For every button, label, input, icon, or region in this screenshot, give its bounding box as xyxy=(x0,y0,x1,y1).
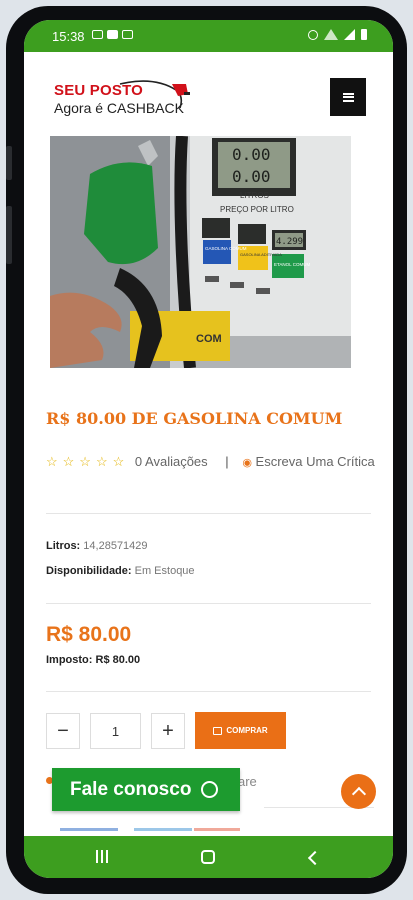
star-rating[interactable]: ☆☆☆☆☆ xyxy=(46,449,129,475)
image-icon xyxy=(92,30,103,39)
status-time: 15:38 xyxy=(52,29,85,44)
share-button-facebook[interactable] xyxy=(60,828,118,831)
home-button[interactable] xyxy=(201,850,215,864)
divider xyxy=(46,691,371,692)
rating-row: ☆☆☆☆☆ 0 Avaliações | ◉ Escreva Uma Críti… xyxy=(46,449,376,476)
shopping-bag-icon xyxy=(213,726,223,735)
pump-screen-top: 0.00 xyxy=(232,145,271,164)
share-text[interactable]: are xyxy=(238,774,257,789)
chevron-up-icon xyxy=(351,786,366,801)
quantity-input[interactable] xyxy=(90,713,141,749)
write-review-link[interactable]: Escreva Uma Crítica xyxy=(256,454,375,469)
screen-icon xyxy=(122,30,133,39)
product-price: R$ 80.00 xyxy=(46,623,132,646)
back-button[interactable] xyxy=(307,850,323,866)
notification-icons xyxy=(92,30,133,39)
chat-bubble-icon: ◉ xyxy=(242,457,252,469)
pump-litros: LITROS xyxy=(240,191,269,200)
pump-label-etanol: ETANOL COMUM xyxy=(274,262,311,267)
battery-icon xyxy=(361,29,367,40)
buy-button[interactable]: COMPRAR xyxy=(195,712,286,749)
pump-preco: PREÇO POR LITRO xyxy=(220,205,294,214)
liters-info: Litros: 14,28571429 xyxy=(46,540,148,552)
availability-info: Disponibilidade: Em Estoque xyxy=(46,565,195,577)
pump-price-right: 4.299 xyxy=(276,237,303,247)
tax-info: Imposto: R$ 80.00 xyxy=(46,654,140,666)
pump-label-aditivada: GASOLINA ADITIVADA xyxy=(240,252,282,257)
whatsapp-icon xyxy=(201,781,219,798)
quantity-decrease-button[interactable]: − xyxy=(46,713,80,749)
youtube-icon xyxy=(107,30,118,39)
availability-value: Em Estoque xyxy=(134,565,195,577)
whatsapp-label: Fale conosco xyxy=(70,778,192,800)
back-to-top-button[interactable] xyxy=(341,774,376,809)
wifi-icon xyxy=(324,29,338,40)
rating-separator: | xyxy=(225,454,229,469)
availability-label: Disponibilidade: xyxy=(46,565,132,577)
fuel-nozzle-logo-icon xyxy=(119,80,190,109)
divider xyxy=(46,603,371,604)
menu-button[interactable] xyxy=(330,78,366,116)
screen: 15:38 SEU POSTO Agora é CASHBACK 0.00 0.… xyxy=(24,20,393,878)
tax-label: Imposto: xyxy=(46,654,93,666)
alarm-icon xyxy=(308,29,318,40)
recent-apps-button[interactable] xyxy=(96,850,108,863)
signal-icon xyxy=(344,29,355,40)
android-nav-bar xyxy=(24,836,393,878)
product-image: 0.00 0.00 LITROS PREÇO POR LITRO 4.299 G… xyxy=(50,136,351,368)
volume-button xyxy=(6,146,12,180)
share-button-twitter[interactable] xyxy=(134,828,192,831)
pump-screen-bottom: 0.00 xyxy=(232,167,271,186)
liters-value: 14,28571429 xyxy=(83,540,148,552)
divider xyxy=(46,513,371,514)
status-bar: 15:38 xyxy=(24,20,393,52)
whatsapp-contact-button[interactable]: Fale conosco xyxy=(52,768,240,811)
pump-nozzle-label: COM xyxy=(196,333,222,345)
buy-label: COMPRAR xyxy=(226,726,268,735)
quantity-increase-button[interactable]: + xyxy=(151,713,185,749)
share-button-pinterest[interactable] xyxy=(194,828,240,831)
pump-label-gasolina: GASOLINA COMUM xyxy=(205,246,247,251)
site-logo[interactable]: SEU POSTO Agora é CASHBACK xyxy=(54,80,190,116)
hamburger-icon xyxy=(342,92,354,102)
product-title: R$ 80.00 DE GASOLINA COMUM xyxy=(46,409,343,428)
system-icons xyxy=(308,29,367,40)
power-button xyxy=(6,206,12,264)
reviews-count[interactable]: 0 Avaliações xyxy=(135,454,208,469)
liters-label: Litros: xyxy=(46,540,81,552)
tax-value: R$ 80.00 xyxy=(95,654,141,666)
